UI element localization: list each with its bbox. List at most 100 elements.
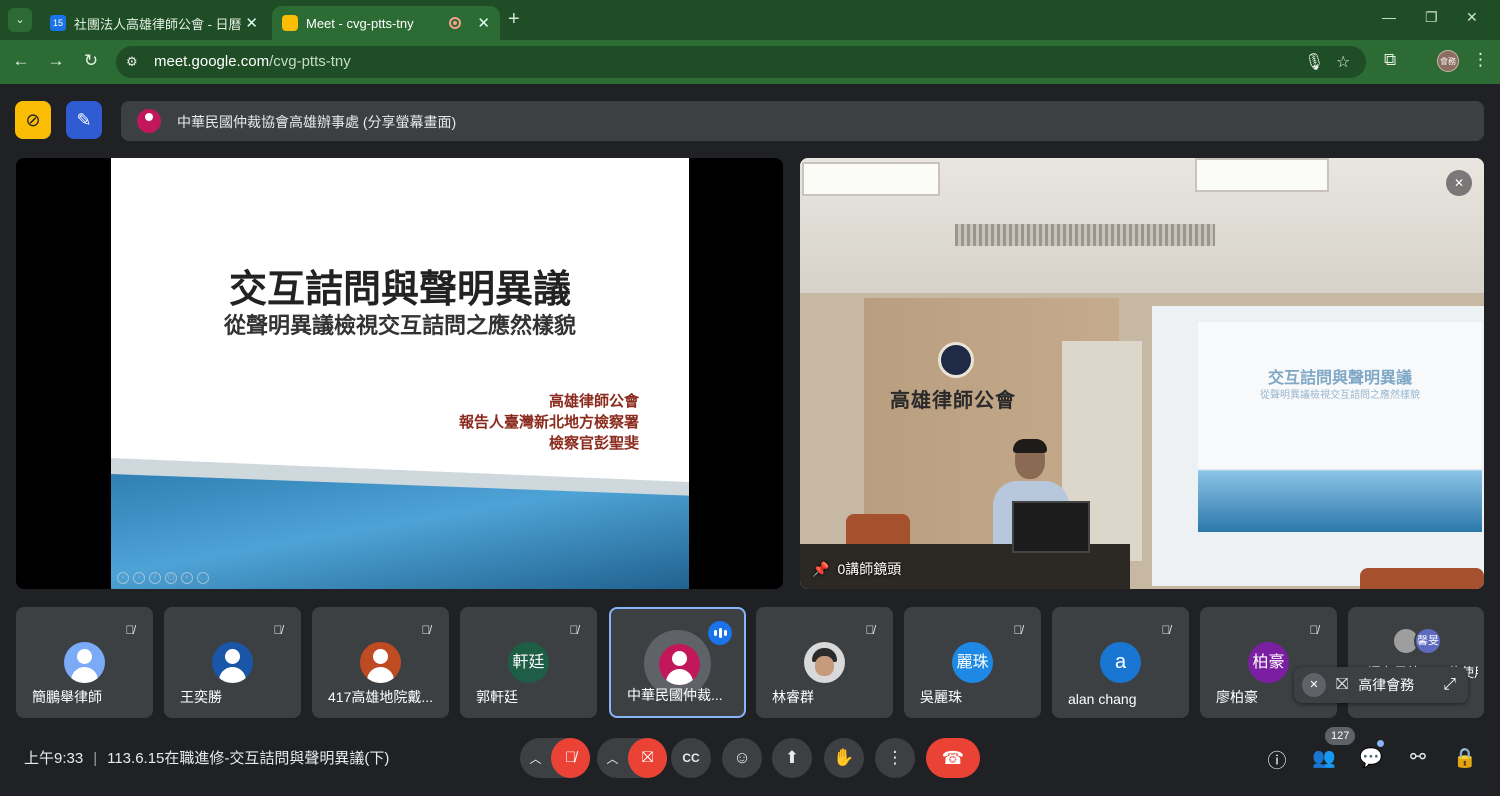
annotate-icon[interactable]: ✎ xyxy=(66,101,102,139)
url-text: meet.google.com/cvg-ptts-tny xyxy=(154,53,351,70)
tab-title: Meet - cvg-ptts-tny xyxy=(306,15,414,31)
participant-tile[interactable]: 麗珠 🎙̸ 吳麗珠 xyxy=(904,607,1041,718)
presentation-slide: 交互詰問與聲明異議 從聲明異議檢視交互詰問之應然樣貌 高雄律師公會 報告人臺灣新… xyxy=(111,158,689,589)
expand-icon[interactable]: ⤢ xyxy=(1443,676,1456,694)
participant-name: 417高雄地院戴... xyxy=(328,689,434,705)
avatar xyxy=(360,642,401,683)
participant-name: 吳麗珠 xyxy=(920,689,962,705)
meet-favicon-icon xyxy=(282,15,298,31)
raise-hand-button[interactable]: ✋ xyxy=(824,738,864,778)
shared-screen: 交互詰問與聲明異議 從聲明異議檢視交互詰問之應然樣貌 高雄律師公會 報告人臺灣新… xyxy=(16,158,783,589)
camera-off-icon: ⛝ xyxy=(1336,676,1349,693)
browser-menu-icon[interactable]: ⋮ xyxy=(1472,50,1489,70)
camera-tile-label: 📌 0講師鏡頭 xyxy=(812,559,901,579)
emoji-reaction-button[interactable]: ☺ xyxy=(722,738,762,778)
voice-search-icon[interactable]: 🎙 xyxy=(1304,52,1324,72)
participant-tile-active-speaker[interactable]: 中華民國仲裁... xyxy=(609,607,746,718)
ceiling-light xyxy=(1195,158,1329,192)
chair xyxy=(1360,568,1484,589)
self-view-chip[interactable]: ✕ ⛝ 高律會務 ⤢ xyxy=(1294,667,1468,703)
projected-slide xyxy=(1198,322,1482,532)
host-controls-icon[interactable]: 🔒 xyxy=(1453,746,1477,770)
slide-subtitle: 從聲明異議檢視交互詰問之應然樣貌 xyxy=(223,313,576,339)
participant-tile[interactable]: 軒廷 🎙̸ 郭軒廷 xyxy=(460,607,597,718)
meeting-title: 113.6.15在職進修-交互詰問與聲明異議(下) xyxy=(107,750,390,767)
present-screen-button[interactable]: ⬆ xyxy=(772,738,812,778)
mic-off-icon: ✕ xyxy=(1446,170,1472,196)
mic-toggle-button[interactable]: 🎙̸ xyxy=(551,738,590,778)
camera-control: ︿ ⛝ xyxy=(597,738,667,778)
mic-off-icon: 🎙̸ xyxy=(421,623,431,637)
speaking-indicator-icon xyxy=(708,621,732,645)
more-icon: … xyxy=(197,572,209,584)
mic-off-icon: 🎙̸ xyxy=(1309,623,1319,637)
people-icon[interactable]: 👥 xyxy=(1312,746,1336,770)
slide-author-line: 報告人臺灣新北地方檢察署 xyxy=(458,414,639,431)
pen-icon: / xyxy=(149,572,161,584)
tab-meet[interactable]: Meet - cvg-ptts-tny ✕ xyxy=(272,6,500,40)
slide-title: 交互詰問與聲明異議 xyxy=(228,266,571,311)
recording-indicator-icon xyxy=(449,17,462,29)
activities-icon[interactable]: ⚯ xyxy=(1406,746,1430,769)
projected-subtitle: 從聲明異議檢視交互詰問之應然樣貌 xyxy=(1260,390,1420,401)
mic-off-icon: 🎙̸ xyxy=(273,623,283,637)
close-tab-icon[interactable]: ✕ xyxy=(477,14,490,32)
site-info-icon[interactable]: ⚙ xyxy=(126,54,138,70)
forward-icon[interactable]: → xyxy=(45,51,67,71)
participant-name: 王奕勝 xyxy=(180,689,222,705)
video-options-chevron-icon[interactable]: ︿ xyxy=(597,750,628,767)
avatar: a xyxy=(1100,642,1141,683)
reload-icon[interactable]: ↻ xyxy=(80,51,102,71)
slideshow-controls: ‹ › / ▢ ⌕ … xyxy=(117,572,209,584)
avatar xyxy=(64,642,105,683)
avatar: 柏豪 xyxy=(1248,642,1289,683)
wall-sign: 高雄律師公會 xyxy=(890,388,1016,412)
camera-toggle-button[interactable]: ⛝ xyxy=(628,738,667,778)
participant-name: 林睿群 xyxy=(772,689,814,705)
chat-notification-dot xyxy=(1377,740,1384,747)
slides-icon: ▢ xyxy=(165,572,177,584)
close-window-icon[interactable]: ✕ xyxy=(1466,9,1478,26)
slide-author-line: 高雄律師公會 xyxy=(548,393,639,410)
more-options-button[interactable]: ⋮ xyxy=(875,738,915,778)
hide-presentation-icon[interactable]: ⊘ xyxy=(15,101,51,139)
close-tab-icon[interactable]: ✕ xyxy=(245,14,258,32)
restore-icon[interactable]: ❐ xyxy=(1425,9,1438,26)
participant-name: 中華民國仲裁... xyxy=(627,687,723,703)
avatar: 馨旻 xyxy=(1414,627,1442,655)
captions-button[interactable]: CC xyxy=(671,738,711,778)
participant-name: alan chang xyxy=(1068,691,1137,707)
meeting-details-icon[interactable]: ⓘ xyxy=(1265,746,1289,773)
new-tab-button[interactable]: + xyxy=(508,8,520,31)
calendar-favicon-icon: 15 xyxy=(50,15,66,31)
avatar: 麗珠 xyxy=(952,642,993,683)
tab-calendar[interactable]: 15 社團法人高雄律師公會 - 日曆 - ✕ xyxy=(40,6,268,40)
participant-tile[interactable]: a 🎙̸ alan chang xyxy=(1052,607,1189,718)
participant-name: 郭軒廷 xyxy=(476,689,518,705)
avatar xyxy=(804,642,845,683)
browser-tab-bar: ⌄ 15 社團法人高雄律師公會 - 日曆 - ✕ Meet - cvg-ptts… xyxy=(0,0,1500,40)
minimize-icon[interactable]: — xyxy=(1382,9,1396,25)
profile-avatar[interactable]: 會務 xyxy=(1437,50,1459,72)
participant-tile[interactable]: 🎙̸ 王奕勝 xyxy=(164,607,301,718)
participant-tile[interactable]: 🎙̸ 簡鵬舉律師 xyxy=(16,607,153,718)
chat-icon[interactable]: 💬 xyxy=(1359,746,1383,770)
participant-tile[interactable]: 🎙̸ 417高雄地院戴... xyxy=(312,607,449,718)
tab-search-chevron-icon[interactable]: ⌄ xyxy=(8,8,32,32)
avatar xyxy=(212,642,253,683)
audio-options-chevron-icon[interactable]: ︿ xyxy=(520,750,551,767)
mic-off-icon: 🎙̸ xyxy=(865,623,875,637)
leave-call-button[interactable]: ☎ xyxy=(926,738,980,778)
mic-off-icon: 🎙̸ xyxy=(569,623,579,637)
extensions-icon[interactable]: ⧉ xyxy=(1384,50,1396,70)
bookmark-star-icon[interactable]: ☆ xyxy=(1336,52,1350,72)
address-bar[interactable]: ⚙ meet.google.com/cvg-ptts-tny 🎙 ☆ xyxy=(116,46,1366,78)
mic-off-icon: 🎙̸ xyxy=(1013,623,1023,637)
presenter-avatar xyxy=(137,109,161,133)
back-icon[interactable]: ← xyxy=(10,51,32,71)
pin-icon[interactable]: 📌 xyxy=(812,561,829,578)
mic-control: ︿ 🎙̸ xyxy=(520,738,590,778)
next-slide-icon: › xyxy=(133,572,145,584)
presenter-label: 中華民國仲裁協會高雄辦事處 (分享螢幕畫面) xyxy=(177,114,457,130)
participant-tile[interactable]: 🎙̸ 林睿群 xyxy=(756,607,893,718)
